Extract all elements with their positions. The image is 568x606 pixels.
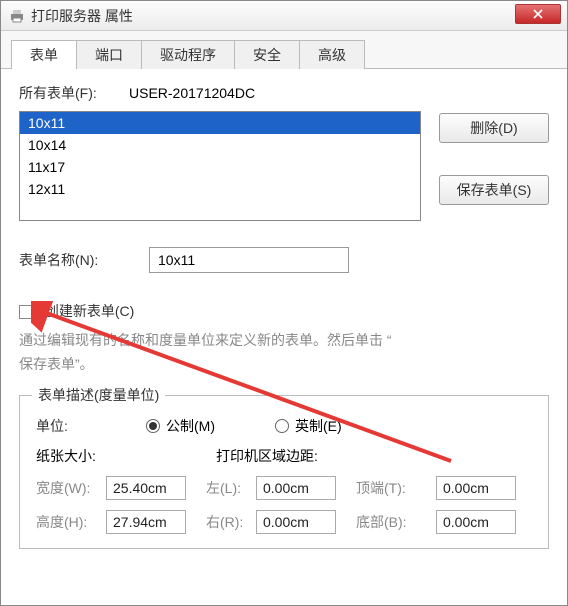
form-name-label: 表单名称(N): [19, 250, 149, 270]
tab-ports[interactable]: 端口 [76, 40, 142, 69]
list-item[interactable]: 11x17 [20, 156, 420, 178]
unit-imperial-label: 英制(E) [295, 416, 342, 436]
width-label: 宽度(W): [36, 478, 106, 498]
window-title: 打印服务器 属性 [31, 6, 133, 26]
right-value[interactable]: 0.00cm [256, 510, 336, 534]
tab-security[interactable]: 安全 [234, 40, 300, 69]
unit-metric-label: 公制(M) [166, 416, 215, 436]
tab-bar: 表单 端口 驱动程序 安全 高级 [1, 31, 567, 69]
top-value[interactable]: 0.00cm [436, 476, 516, 500]
tab-advanced[interactable]: 高级 [299, 40, 365, 69]
bottom-value[interactable]: 0.00cm [436, 510, 516, 534]
height-label: 高度(H): [36, 512, 106, 532]
list-item[interactable]: 10x11 [20, 112, 420, 134]
width-value[interactable]: 25.40cm [106, 476, 186, 500]
paper-size-header: 纸张大小: [36, 446, 216, 466]
printer-icon [9, 8, 25, 24]
list-item[interactable]: 10x14 [20, 134, 420, 156]
tab-drivers[interactable]: 驱动程序 [141, 40, 235, 69]
left-label: 左(L): [206, 478, 256, 498]
form-name-input[interactable] [149, 247, 349, 273]
unit-metric-radio[interactable] [146, 419, 160, 433]
list-item[interactable]: 12x11 [20, 178, 420, 200]
create-new-form-checkbox[interactable] [19, 305, 33, 319]
print-server-properties-window: 打印服务器 属性 表单 端口 驱动程序 安全 高级 所有表单(F): USER-… [0, 0, 568, 606]
top-label: 顶端(T): [356, 478, 436, 498]
close-icon [533, 9, 543, 19]
form-description-fieldset: 表单描述(度量单位) 单位: 公制(M) 英制(E) 纸张大小: 打印机区域边距… [19, 395, 549, 549]
unit-label: 单位: [36, 416, 106, 436]
fieldset-legend: 表单描述(度量单位) [32, 385, 165, 405]
all-forms-label: 所有表单(F): [19, 83, 129, 103]
bottom-label: 底部(B): [356, 512, 436, 532]
tab-content: 所有表单(F): USER-20171204DC 10x11 10x14 11x… [1, 69, 567, 563]
left-value[interactable]: 0.00cm [256, 476, 336, 500]
right-label: 右(R): [206, 512, 256, 532]
margins-header: 打印机区域边距: [216, 446, 318, 466]
tab-forms[interactable]: 表单 [11, 40, 77, 69]
title-bar: 打印服务器 属性 [1, 1, 567, 31]
create-new-form-label: 创建新表单(C) [45, 303, 134, 319]
height-value[interactable]: 27.94cm [106, 510, 186, 534]
unit-imperial-radio[interactable] [275, 419, 289, 433]
info-text: 通过编辑现有的名称和度量单位来定义新的表单。然后单击 “ 保存表单”。 [19, 329, 549, 377]
forms-listbox[interactable]: 10x11 10x14 11x17 12x11 [19, 111, 421, 221]
server-name: USER-20171204DC [129, 85, 255, 101]
save-form-button[interactable]: 保存表单(S) [439, 175, 549, 205]
delete-button[interactable]: 删除(D) [439, 113, 549, 143]
close-button[interactable] [515, 4, 561, 24]
